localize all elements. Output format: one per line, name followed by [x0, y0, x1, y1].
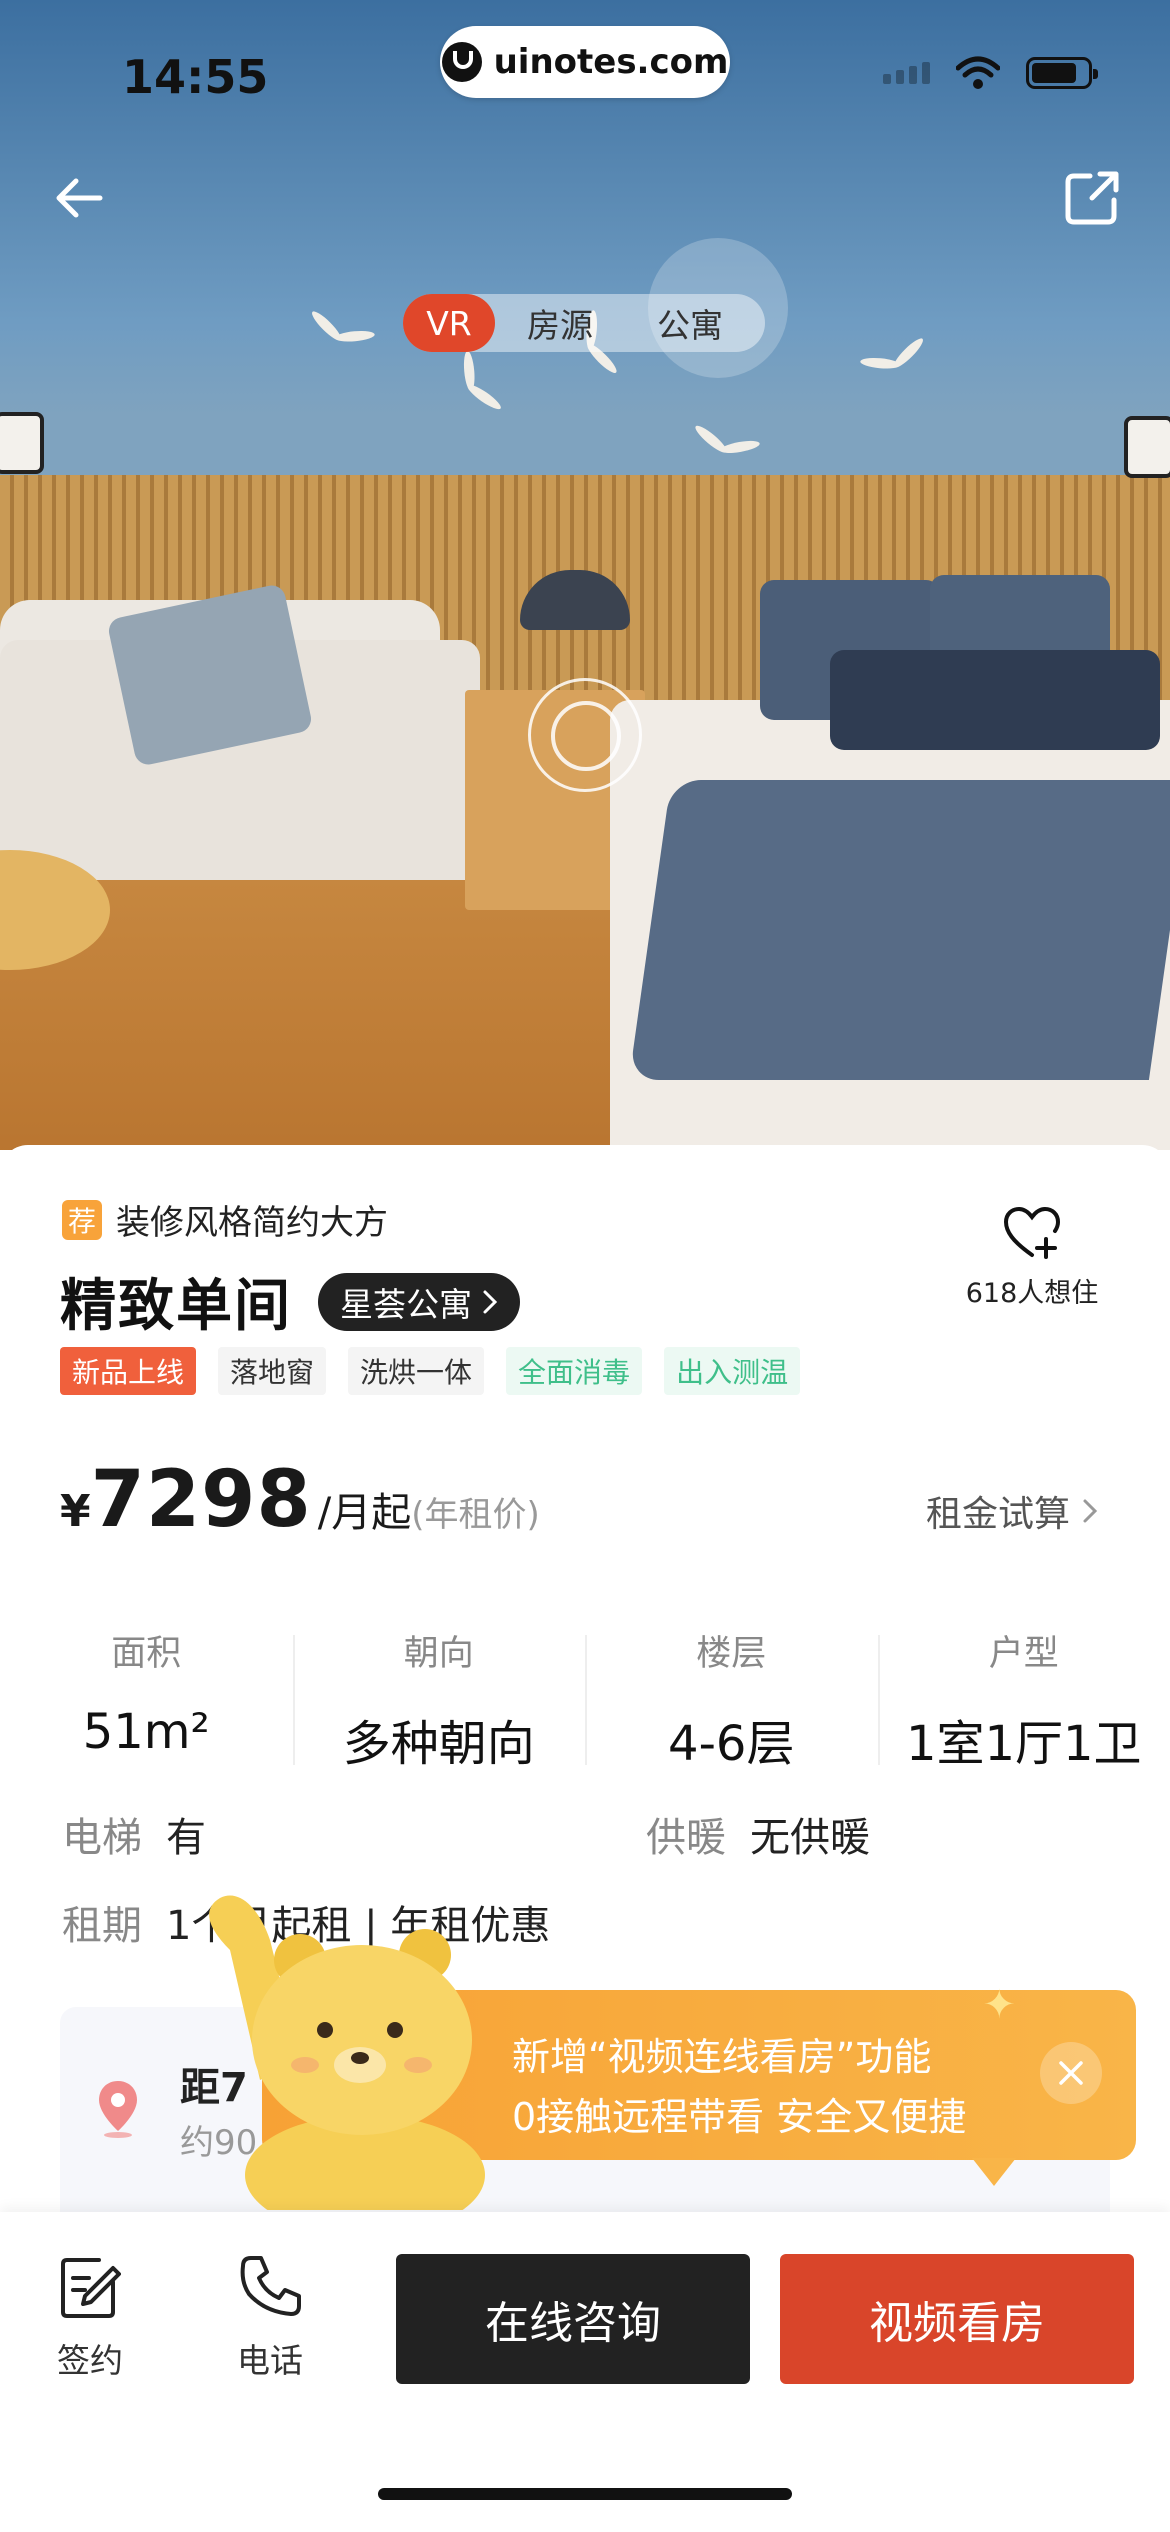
spec-label: 面积 — [111, 1634, 182, 1674]
bear-mascot-icon — [209, 1895, 485, 2210]
spec-label: 朝向 — [403, 1634, 474, 1674]
sparkle-icon: ✦ — [982, 1982, 1016, 2028]
tag-list: 新品上线 落地窗 洗烘一体 全面消毒 出入测温 — [60, 1347, 801, 1395]
spec-floor: 楼层 4-6层 — [585, 1625, 878, 1774]
spec-label: 户型 — [988, 1634, 1059, 1674]
price-note: (年租价) — [411, 1495, 540, 1535]
elevator-label: 电梯 — [62, 1815, 142, 1861]
heating-value: 无供暖 — [750, 1815, 870, 1861]
rent-calculator-link[interactable]: 租金试算 — [926, 1485, 1098, 1537]
spec-area: 面积 51m² — [0, 1625, 293, 1774]
promo-line-2: 0接触远程带看 安全又便捷 — [512, 2095, 967, 2139]
status-icons — [883, 56, 1098, 90]
home-indicator — [378, 2488, 792, 2500]
chevron-right-icon — [1083, 1499, 1098, 1523]
vr-hotspot-icon[interactable] — [528, 678, 642, 792]
hero-photo[interactable] — [0, 0, 1170, 1150]
spec-value: 4-6层 — [668, 1716, 795, 1772]
brand-name: 星荟公寓 — [340, 1284, 472, 1324]
bird-decor — [302, 307, 378, 359]
tab-apartment[interactable]: 公寓 — [625, 294, 755, 352]
spec-orientation: 朝向 多种朝向 — [292, 1625, 586, 1774]
price-row: ¥ 7298 /月起 (年租价) — [60, 1455, 540, 1545]
recommend-text: 装修风格简约大方 — [116, 1203, 388, 1243]
tag-feature: 洗烘一体 — [348, 1347, 485, 1395]
brand-link[interactable]: 星荟公寓 — [318, 1272, 520, 1331]
wifi-icon — [956, 56, 1000, 90]
wall-sconce — [0, 412, 44, 474]
online-consult-button[interactable]: 在线咨询 — [396, 2254, 750, 2384]
tab-listing[interactable]: 房源 — [495, 294, 625, 352]
tab-vr[interactable]: VR — [403, 294, 495, 352]
location-pin-icon — [99, 2081, 137, 2138]
promo-close-button[interactable] — [1040, 2042, 1102, 2104]
price-unit: /月起 — [317, 1490, 412, 1536]
blanket — [628, 780, 1170, 1080]
title-row: 精致单间 星荟公寓 — [60, 1261, 520, 1342]
status-time: 14:55 — [122, 50, 269, 104]
heart-plus-icon — [1003, 1206, 1061, 1259]
share-icon — [1065, 171, 1119, 225]
sign-button[interactable]: 签约 — [30, 2254, 150, 2382]
spec-grid: 面积 51m² 朝向 多种朝向 楼层 4-6层 户型 1室1厅1卫 — [0, 1625, 1170, 1774]
tag-safety: 出入测温 — [664, 1347, 801, 1395]
bed-pillow — [830, 650, 1160, 750]
heating-label: 供暖 — [646, 1815, 726, 1861]
media-tab-switcher: VR 房源 公寓 — [403, 294, 765, 352]
phone-icon — [240, 2256, 301, 2316]
bird-decor — [445, 347, 506, 423]
close-icon — [1059, 2061, 1083, 2085]
favorite-button[interactable]: 618人想住 — [952, 1205, 1112, 1310]
sign-label: 签约 — [57, 2341, 123, 2380]
phone-label: 电话 — [237, 2341, 303, 2380]
tag-new: 新品上线 — [60, 1347, 197, 1395]
watermark-text: uinotes.com — [493, 42, 729, 82]
tag-safety: 全面消毒 — [506, 1347, 643, 1395]
tag-feature: 落地窗 — [218, 1347, 327, 1395]
watermark-logo-icon — [441, 42, 482, 82]
favorite-count: 618人想住 — [965, 1278, 1099, 1309]
elevator-info: 电梯 有 — [62, 1805, 206, 1863]
elevator-value: 有 — [166, 1815, 206, 1861]
listing-title: 精致单间 — [60, 1274, 292, 1339]
spec-value: 多种朝向 — [342, 1716, 535, 1772]
spec-value: 51m² — [82, 1704, 210, 1760]
price-currency: ¥ — [60, 1486, 91, 1537]
recommend-row: 荐 装修风格简约大方 — [62, 1195, 388, 1244]
spec-value: 1室1厅1卫 — [905, 1716, 1142, 1772]
promo-line-1: 新增“视频连线看房”功能 — [512, 2035, 932, 2079]
lease-label: 租期 — [62, 1903, 142, 1949]
video-viewing-button[interactable]: 视频看房 — [780, 2254, 1134, 2384]
wall-sconce — [1124, 416, 1170, 478]
back-button[interactable] — [50, 168, 110, 228]
rent-calculator-label: 租金试算 — [925, 1494, 1070, 1535]
chevron-right-icon — [483, 1290, 498, 1313]
heating-info: 供暖 无供暖 — [646, 1805, 870, 1863]
bird-decor — [857, 334, 933, 386]
recommend-badge: 荐 — [62, 1199, 102, 1240]
battery-icon — [1026, 57, 1098, 89]
spec-label: 楼层 — [696, 1634, 767, 1674]
arrow-left-icon — [56, 178, 103, 218]
spec-layout: 户型 1室1厅1卫 — [877, 1625, 1170, 1774]
phone-button[interactable]: 电话 — [210, 2254, 330, 2382]
bird-decor — [687, 421, 762, 468]
contract-edit-icon — [61, 2258, 121, 2318]
watermark: uinotes.com — [440, 26, 730, 98]
bottom-action-bar: 签约 电话 在线咨询 视频看房 — [0, 2212, 1170, 2532]
price-amount: 7298 — [90, 1455, 312, 1545]
share-button[interactable] — [1062, 168, 1122, 228]
signal-icon — [883, 62, 930, 84]
